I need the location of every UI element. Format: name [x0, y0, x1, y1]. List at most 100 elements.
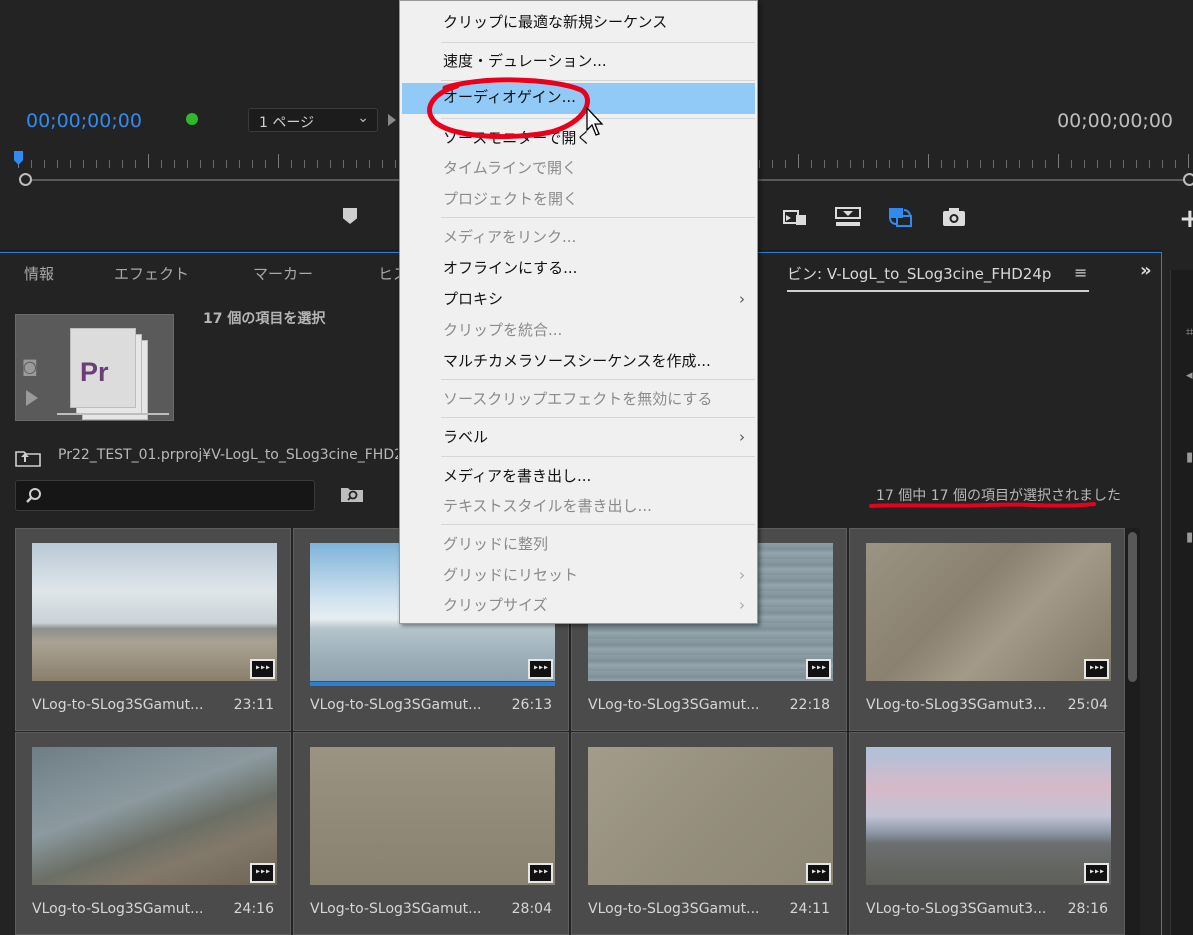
bin-path: Pr22_TEST_01.prproj¥V-LogL_to_SLog3cine_…	[58, 447, 398, 463]
clip-item[interactable]: ▸▸▸ VLog-to-SLog3SGamut3... 28:16	[849, 732, 1125, 935]
clip-duration: 23:11	[233, 697, 274, 713]
submenu-chevron-icon: ›	[739, 428, 745, 446]
menu-item: クリップサイズ ›	[402, 591, 755, 620]
zoom-handle-start[interactable]	[19, 173, 32, 186]
side-tool-icon[interactable]: ◂	[1186, 368, 1193, 383]
overwrite-icon[interactable]	[778, 205, 810, 229]
clip-item[interactable]: ▸▸▸ VLog-to-SLog3SGamut... 23:11	[15, 528, 291, 731]
tab-bin[interactable]: ビン: V-LogL_to_SLog3cine_FHD24p	[787, 263, 1089, 292]
side-tool-icon[interactable]: ▮	[1186, 530, 1193, 545]
clip-name[interactable]: VLog-to-SLog3SGamut...	[588, 901, 759, 917]
clip-duration: 28:16	[1067, 901, 1108, 917]
menu-item-label: マルチカメラソースシーケンスを作成...	[443, 352, 711, 370]
clip-name[interactable]: VLog-to-SLog3SGamut...	[32, 697, 203, 713]
clip-name[interactable]: VLog-to-SLog3SGamut3...	[866, 901, 1046, 917]
menu-item-label: メディアを書き出し...	[443, 467, 592, 485]
context-menu: クリップに最適な新規シーケンス 速度・デュレーション... オーディオゲイン... ソ…	[399, 0, 758, 624]
clip-thumbnail[interactable]	[588, 747, 833, 885]
menu-item: メディアをリンク...	[402, 223, 755, 252]
search-box[interactable]	[15, 480, 315, 511]
clip-item[interactable]: ▸▸▸ VLog-to-SLog3SGamut... 28:04	[293, 732, 569, 935]
tab-info[interactable]: 情報	[24, 263, 54, 284]
clip-name[interactable]: VLog-to-SLog3SGamut3...	[866, 697, 1046, 713]
search-input[interactable]	[50, 484, 306, 507]
clip-name[interactable]: VLog-to-SLog3SGamut...	[310, 901, 481, 917]
grid-scrollbar[interactable]	[1125, 528, 1140, 935]
menu-item-label: ラベル	[443, 428, 489, 446]
submenu-chevron-icon: ›	[739, 566, 745, 584]
clip-thumbnail[interactable]	[32, 543, 277, 681]
clip-item[interactable]: ▸▸▸ VLog-to-SLog3SGamut3... 25:04	[849, 528, 1125, 731]
extract-icon[interactable]	[832, 205, 864, 229]
menu-item-label: プロキシ	[443, 290, 504, 308]
menu-item[interactable]: メディアを書き出し...	[402, 462, 755, 491]
clip-scrub-bar[interactable]	[310, 682, 555, 686]
menu-item: プロジェクトを開く	[402, 185, 755, 214]
grid-scrollbar-thumb[interactable]	[1128, 532, 1137, 682]
menu-item[interactable]: ソースモニターで開く	[402, 124, 755, 153]
menu-item[interactable]: ラベル ›	[402, 423, 755, 452]
page-select[interactable]: 1 ページ ⌄	[248, 108, 378, 132]
poster-frame-camera-icon[interactable]: ◙	[22, 357, 38, 376]
side-tool-icon[interactable]: ▮	[1186, 450, 1193, 465]
menu-item[interactable]: 速度・デュレーション...	[402, 47, 755, 76]
menu-item[interactable]: マルチカメラソースシーケンスを作成...	[402, 347, 755, 376]
play-icon[interactable]	[388, 114, 396, 126]
menu-item: テキストスタイルを書き出し...	[402, 492, 755, 521]
menu-separator	[441, 80, 755, 81]
menu-item: グリッドに整列	[402, 530, 755, 559]
menu-separator	[441, 118, 755, 119]
clip-name[interactable]: VLog-to-SLog3SGamut...	[310, 697, 481, 713]
menu-item[interactable]: クリップに最適な新規シーケンス	[402, 8, 755, 37]
clip-duration: 22:18	[789, 697, 830, 713]
find-in-bin-icon[interactable]	[340, 485, 364, 503]
clip-duration: 26:13	[511, 697, 552, 713]
clip-thumbnail[interactable]	[32, 747, 277, 885]
preview-play-icon[interactable]	[26, 390, 38, 406]
menu-item-label: ソースクリップエフェクトを無効にする	[443, 390, 713, 408]
menu-item-label: グリッドにリセット	[443, 566, 579, 584]
menu-item-label: グリッドに整列	[443, 535, 549, 553]
zoom-handle-end[interactable]	[1183, 173, 1193, 186]
audio-video-icon: ▸▸▸	[1084, 863, 1109, 883]
menu-item[interactable]: プロキシ ›	[402, 285, 755, 314]
panel-menu-icon[interactable]: ≡	[1074, 263, 1087, 282]
clip-thumbnail[interactable]	[310, 747, 555, 885]
tab-overflow-icon[interactable]: »	[1140, 260, 1152, 281]
menu-separator	[441, 456, 755, 457]
clip-duration: 24:16	[233, 901, 274, 917]
add-marker-icon[interactable]	[343, 208, 357, 224]
clip-name[interactable]: VLog-to-SLog3SGamut...	[588, 697, 759, 713]
menu-item-label: クリップサイズ	[443, 596, 548, 614]
clip-thumbnail[interactable]	[866, 747, 1111, 885]
menu-separator	[441, 524, 755, 525]
submenu-chevron-icon: ›	[739, 596, 745, 614]
preview-scrub-bar[interactable]	[57, 413, 169, 415]
menu-item[interactable]: オーディオゲイン...	[402, 83, 755, 114]
selected-count-label: 17 個の項目を選択	[203, 311, 326, 327]
audio-video-icon: ▸▸▸	[806, 659, 831, 679]
insert-overwrite-toggle-icon[interactable]	[884, 205, 916, 229]
menu-separator	[441, 379, 755, 380]
tab-markers[interactable]: マーカー	[253, 263, 313, 284]
clip-thumbnail[interactable]	[866, 543, 1111, 681]
premiere-logo: Pr	[80, 357, 109, 387]
record-indicator-icon	[186, 113, 198, 125]
menu-item[interactable]: オフラインにする...	[402, 254, 755, 283]
camera-icon[interactable]	[938, 205, 970, 229]
audio-video-icon: ▸▸▸	[250, 659, 275, 679]
tab-effects[interactable]: エフェクト	[114, 263, 189, 284]
add-button-icon[interactable]: +	[1179, 204, 1193, 234]
audio-video-icon: ▸▸▸	[806, 863, 831, 883]
audio-video-icon: ▸▸▸	[528, 863, 553, 883]
menu-item-label: ソースモニターで開く	[443, 129, 592, 147]
clip-item[interactable]: ▸▸▸ VLog-to-SLog3SGamut... 24:16	[15, 732, 291, 935]
audio-video-icon: ▸▸▸	[528, 659, 553, 679]
playhead-timecode[interactable]: 00;00;00;00	[26, 110, 142, 132]
clip-name[interactable]: VLog-to-SLog3SGamut...	[32, 901, 203, 917]
audio-video-icon: ▸▸▸	[250, 863, 275, 883]
clip-duration: 25:04	[1067, 697, 1108, 713]
clip-item[interactable]: ▸▸▸ VLog-to-SLog3SGamut... 24:11	[571, 732, 847, 935]
side-tool-icon[interactable]: ⌗	[1186, 325, 1193, 340]
folder-up-icon[interactable]	[15, 447, 41, 467]
